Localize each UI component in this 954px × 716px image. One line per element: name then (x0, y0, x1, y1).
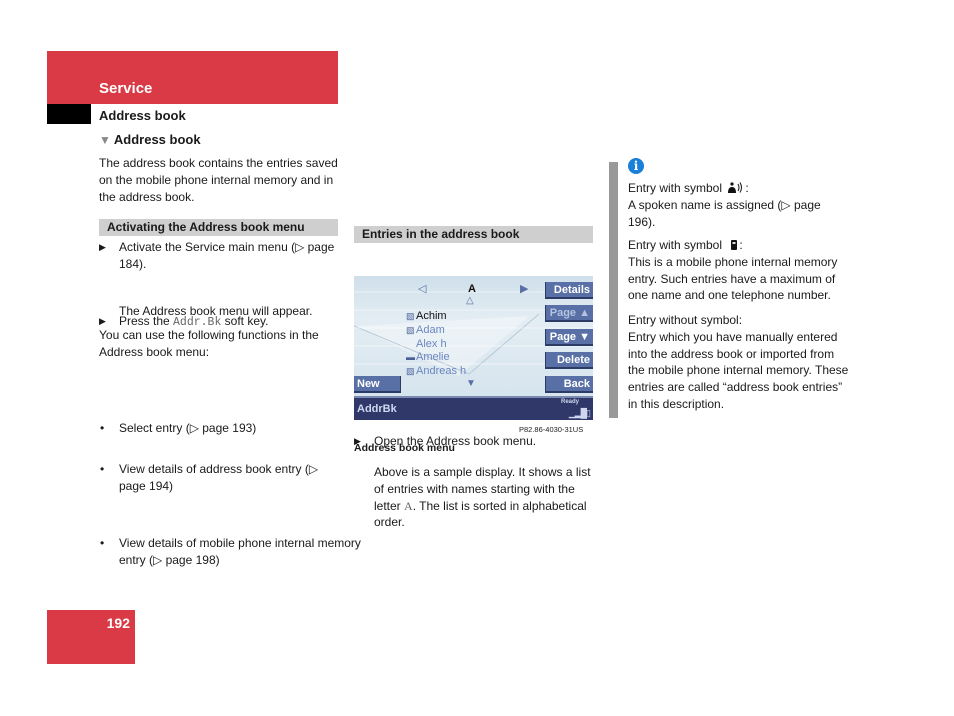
section-bar-entries: Entries in the address book (354, 226, 593, 243)
section-title: Service (99, 80, 153, 97)
info-sidebar (609, 162, 618, 418)
back-softkey[interactable]: Back (545, 376, 593, 393)
section-marker (47, 104, 91, 124)
list-item[interactable]: Alex h (406, 338, 447, 350)
status-label: AddrBk (357, 403, 397, 415)
entry-name: Alex h (416, 338, 447, 350)
prev-letter-icon[interactable]: ◁ (418, 282, 426, 295)
info-icon: i (628, 158, 644, 174)
list-item[interactable]: ▧Adam (406, 324, 445, 336)
page-down-softkey[interactable]: Page ▼ (545, 329, 593, 346)
page-up-softkey[interactable]: Page ▲ (545, 305, 593, 322)
figure-description: Above is a sample display. It shows a li… (374, 464, 596, 531)
entry-name: Achim (416, 310, 447, 322)
intro-paragraph: The address book contains the entries sa… (99, 156, 338, 204)
page-title: Address book (99, 108, 186, 123)
entry-name: Andreas h (416, 365, 467, 377)
ready-indicator: Ready (560, 399, 579, 405)
step-result: The Address book menu will appear. (119, 304, 313, 318)
entry-name: Adam (416, 324, 445, 336)
page-number: 192 (106, 615, 130, 631)
details-softkey[interactable]: Details (545, 282, 593, 299)
triangle-down-icon: ▼ (99, 133, 111, 147)
step-activate: Activate the Service main menu (▷ page 1… (99, 239, 344, 273)
info-item-title: Entry without symbol: (628, 313, 743, 327)
functions-intro: You can use the following functions in t… (99, 328, 319, 359)
function-item: Select entry (▷ page 193) (99, 420, 364, 437)
info-item-text: A spoken name is assigned (▷ page 196). (628, 197, 821, 229)
info-item: Entry with symbol : A spoken name is ass… (628, 181, 821, 229)
function-item: View details of address book entry (▷ pa… (99, 461, 344, 495)
new-softkey[interactable]: New (354, 376, 401, 393)
status-bar: AddrBk Ready ▁▂█▯ (354, 396, 593, 420)
info-item: Entry with symbol : This is a mobile pho… (628, 238, 838, 303)
letter-sample: A (404, 498, 413, 513)
scroll-down-icon[interactable]: ▼ (466, 378, 476, 389)
list-item[interactable]: ▧Andreas h (406, 365, 466, 377)
figure-caption: Address book menu (354, 442, 455, 454)
mobile-memory-icon: ▬ (406, 352, 415, 362)
info-item: Entry without symbol: Entry which you ha… (628, 312, 850, 413)
info-item-title: Entry with symbol (628, 181, 723, 195)
mobile-phone-icon (731, 240, 738, 250)
mobile-memory-icon: ▧ (406, 366, 415, 376)
voice-name-icon (728, 182, 743, 193)
section-bar-activating: Activating the Address book menu (99, 219, 338, 236)
mobile-memory-icon: ▧ (406, 325, 415, 335)
signal-strength-icon: ▁▂█▯ (568, 408, 591, 418)
info-item-title: Entry with symbol (628, 238, 723, 252)
next-letter-icon[interactable]: ▶ (520, 282, 528, 295)
info-item-text: This is a mobile phone internal memory e… (628, 254, 838, 303)
list-item[interactable]: ▬Amelie (406, 351, 450, 363)
address-book-display: ◁ A ▶ △ ▧Achim ▧Adam Alex h ▬Amelie ▧And… (354, 276, 593, 420)
header-banner (47, 51, 338, 104)
sub-title-text: Address book (113, 132, 201, 147)
current-letter: A (468, 283, 476, 295)
scroll-up-icon[interactable]: △ (466, 295, 474, 306)
info-item-text: Entry which you have manually entered in… (628, 329, 849, 411)
figure-code: P82.86-4030-31US (519, 425, 584, 434)
sub-title: ▼ Address book (99, 132, 201, 147)
mobile-memory-icon: ▧ (406, 311, 415, 321)
function-item: View details of mobile phone internal me… (99, 535, 364, 569)
list-item[interactable]: ▧Achim (406, 310, 447, 322)
entry-name: Amelie (416, 351, 450, 363)
delete-softkey[interactable]: Delete (545, 352, 593, 369)
